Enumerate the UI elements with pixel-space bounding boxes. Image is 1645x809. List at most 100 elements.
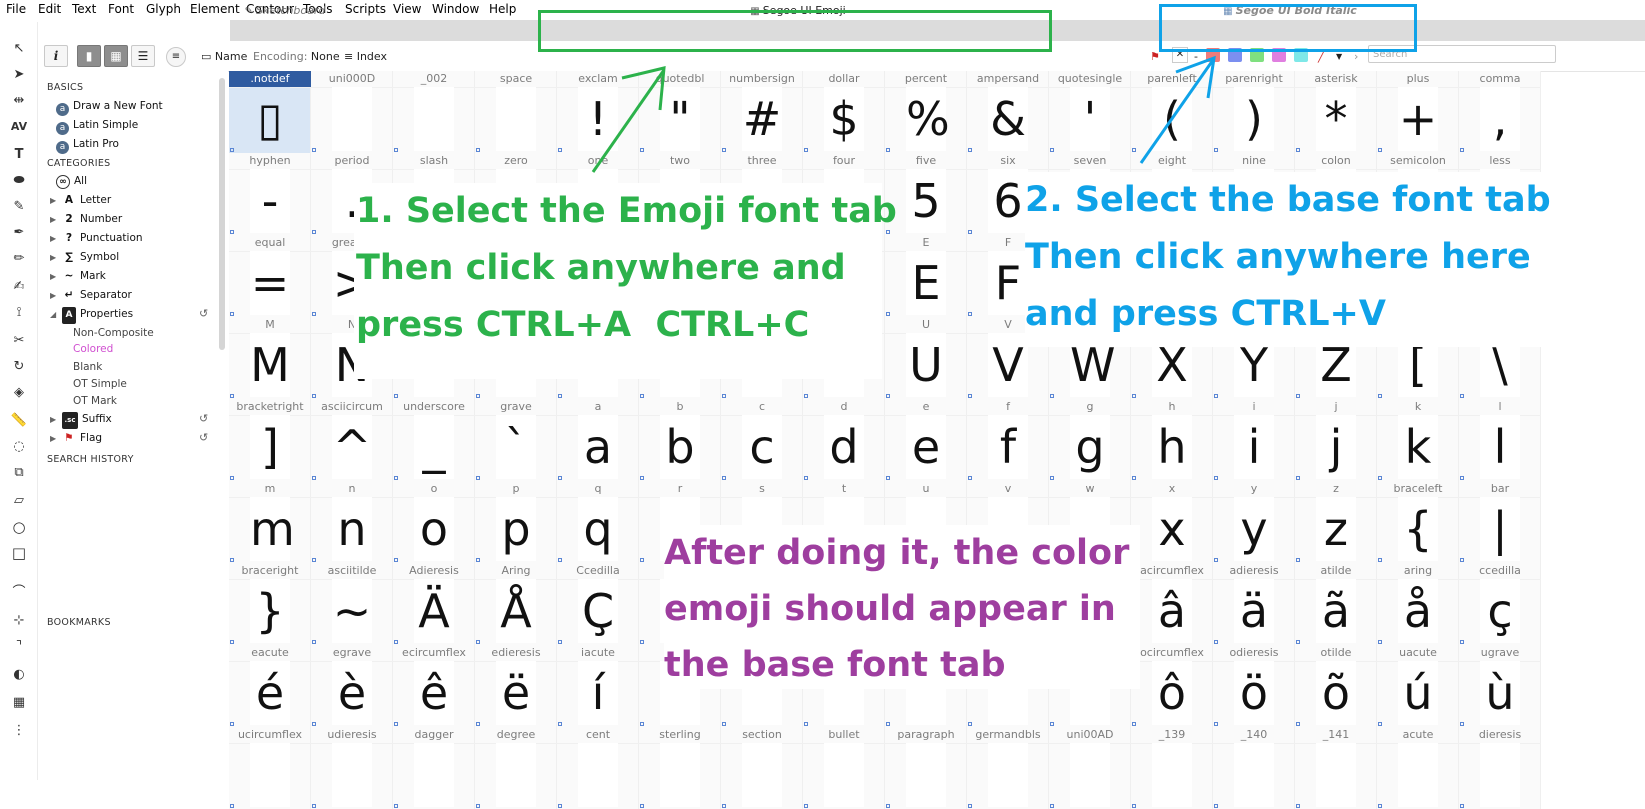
eraser-icon[interactable]: ⬬ [9,172,29,190]
glyph-cell[interactable]: Aring Å [475,563,557,645]
refresh-icon[interactable]: ↺ [199,307,208,320]
pointer-icon[interactable]: ↖ [9,40,29,58]
expand-triangle-icon[interactable]: ▶ [50,230,62,247]
glyph-cell[interactable]: dagger [393,727,475,809]
category-symbol[interactable]: ▶ ∑ Symbol [50,249,119,266]
glyph-cell[interactable]: zz [1295,481,1377,563]
glyph-cell[interactable]: asterisk * [1295,71,1377,153]
glyph-cell[interactable]: mm [229,481,311,563]
side-panel-scrollbar[interactable] [219,78,225,350]
glyph-cell[interactable]: parenright) [1213,71,1295,153]
menu-scripts[interactable]: Scripts [345,2,386,16]
menu-text[interactable]: Text [72,2,96,16]
glyph-cell[interactable]: braceleft{ [1377,481,1459,563]
text-tool-icon[interactable]: T [9,146,29,164]
glyph-cell[interactable]: Adieresis Ä [393,563,475,645]
sort-name-option[interactable]: ▭ Name [201,50,247,63]
glyph-cell[interactable]: uni000D [311,71,393,153]
glyph-cell[interactable]: otilde õ [1295,645,1377,727]
transform-icon[interactable]: ⧉ [9,464,29,482]
glyph-cell[interactable]: dollar $ [803,71,885,153]
property-colored[interactable]: Colored [73,341,113,358]
glyph-cell[interactable]: bullet [803,727,885,809]
glyph-cell[interactable]: pp [475,481,557,563]
brush-icon[interactable]: ✎ [9,198,29,216]
glyph-cell[interactable]: asciicircum ^ [311,399,393,481]
glyph-cell[interactable]: .notdef ▯ [229,71,311,153]
glyph-cell[interactable]: bar | [1459,481,1541,563]
glyph-cell[interactable]: exclam! [557,71,639,153]
category-number[interactable]: ▶ 2 Number [50,211,122,228]
glyph-cell[interactable]: aring å [1377,563,1459,645]
glyph-cell[interactable]: bracketright] [229,399,311,481]
basics-item-latin-simple[interactable]: a Latin Simple [56,117,138,135]
glyph-cell[interactable]: _140 [1213,727,1295,809]
sort-index-option[interactable]: ≡ Index [344,50,387,63]
glyph-cell[interactable]: ocircumflex ô [1131,645,1213,727]
glyph-cell[interactable]: _002 [393,71,475,153]
glyph-cell[interactable]: ugrave ù [1459,645,1541,727]
bezier-icon[interactable]: ✍ [9,278,29,296]
glyph-cell[interactable]: ccedilla ç [1459,563,1541,645]
knife-icon[interactable]: ✂ [9,332,29,350]
spiro-icon[interactable]: ⟟ [9,304,29,322]
glyph-cell[interactable]: underscore _ [393,399,475,481]
lasso-icon[interactable]: ◌ [9,438,29,456]
guide-icon[interactable]: ⋮ [9,722,29,740]
menu-view[interactable]: View [393,2,421,16]
glyph-cell[interactable]: dieresis [1459,727,1541,809]
tab-sketchboard[interactable]: ✎ Sketchboard [240,0,330,21]
expand-triangle-icon[interactable]: ▶ [50,411,62,428]
menu-edit[interactable]: Edit [38,2,61,16]
chevron-down-icon[interactable]: ▼ [1336,52,1342,61]
expand-triangle-icon[interactable]: ▶ [50,192,62,209]
glyph-cell[interactable]: degree [475,727,557,809]
glyph-cell[interactable]: aa [557,399,639,481]
glyph-cell[interactable]: plus + [1377,71,1459,153]
glyph-cell[interactable]: atilde ã [1295,563,1377,645]
glyph-cell[interactable]: odieresis ö [1213,645,1295,727]
glyph-cell[interactable]: parenleft( [1131,71,1213,153]
pencil-icon[interactable]: ✏ [9,250,29,268]
glyph-cell[interactable]: comma, [1459,71,1541,153]
grid-icon[interactable]: ▦ [9,694,29,712]
glyph-cell[interactable]: EE [885,235,967,317]
skew-icon[interactable]: ▱ [9,492,29,510]
glyph-cell[interactable]: qq [557,481,639,563]
category-properties[interactable]: ◢ A Properties [50,306,133,324]
glyph-cell[interactable]: cc [721,399,803,481]
category-suffix[interactable]: ▶ .sc Suffix [50,411,112,429]
metrics-icon[interactable]: ⇹ [9,92,29,110]
glyph-cell[interactable]: cent [557,727,639,809]
property-ot-mark[interactable]: OT Mark [73,393,117,410]
menu-font[interactable]: Font [108,2,134,16]
basics-item-latin-pro[interactable]: a Latin Pro [56,136,119,154]
contour-select-icon[interactable]: ➤ [9,66,29,84]
glyph-cell[interactable]: uni00AD [1049,727,1131,809]
glyph-cell[interactable]: quotedbl " [639,71,721,153]
glyph-cell[interactable]: eacute é [229,645,311,727]
glyph-cell[interactable]: uacute ú [1377,645,1459,727]
encoding-option[interactable]: Encoding: None [253,50,340,63]
glyph-cell[interactable]: yy [1213,481,1295,563]
property-blank[interactable]: Blank [73,359,102,376]
glyph-cell[interactable]: nn [311,481,393,563]
glyph-cell[interactable]: percent% [885,71,967,153]
glyph-cell[interactable]: acute [1377,727,1459,809]
color-wheel-icon[interactable]: ◐ [9,666,29,684]
glyph-cell[interactable]: space [475,71,557,153]
basics-item-draw-new-font[interactable]: a Draw a New Font [56,98,163,116]
refresh-icon[interactable]: ↺ [199,431,208,444]
glyph-cell[interactable]: bb [639,399,721,481]
property-ot-simple[interactable]: OT Simple [73,376,127,393]
glyph-cell[interactable]: braceright} [229,563,311,645]
glyph-cell[interactable]: acircumflex â [1131,563,1213,645]
glyph-cell[interactable]: _141 [1295,727,1377,809]
glyph-cell[interactable]: sterling [639,727,721,809]
glyph-cell[interactable]: edieresis ë [475,645,557,727]
glyph-cell[interactable]: equal = [229,235,311,317]
glyph-cell[interactable]: gg [1049,399,1131,481]
expand-triangle-icon[interactable]: ▶ [50,249,62,266]
glyph-cell[interactable]: oo [393,481,475,563]
glyph-cell[interactable]: ampersand & [967,71,1049,153]
